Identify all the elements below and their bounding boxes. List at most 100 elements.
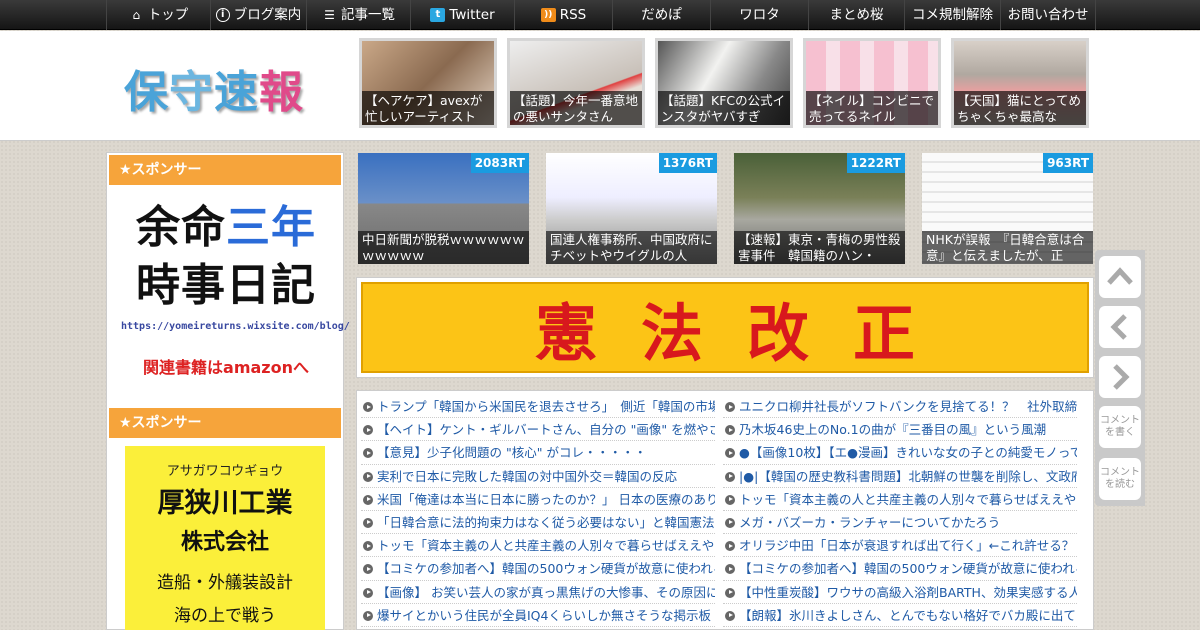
article-link[interactable]: 実利で日本に完敗した韓国の対中国外交＝韓国の反応: [361, 465, 715, 488]
ranking-article-thumb[interactable]: 1376RT 国連人権事務所、中国政府にチベットやウイグルの人: [546, 153, 717, 264]
site-header: 保守速報 【ヘアケア】avexが忙しいアーティスト 【話題】今年一番意地の悪いサ…: [0, 31, 1200, 141]
list-icon: ☰: [324, 8, 335, 22]
link-column-right: ユニクロ柳井社長がソフトバンクを見捨てる！？ 社外取締役 乃木坂46史上のNo.1…: [723, 395, 1077, 627]
ranking-article-thumb[interactable]: 2083RT 中日新聞が脱税ｗｗｗｗｗｗｗｗｗｗｗ: [358, 153, 529, 264]
thumb-caption: NHKが誤報 『日韓合意は合意』と伝えましたが、正: [922, 231, 1093, 264]
article-link[interactable]: トランプ「韓国から米国民を退去させろ」 側近「韓国の市場: [361, 395, 715, 419]
retweet-count-badge: 2083RT: [470, 153, 529, 173]
retweet-count-badge: 963RT: [1043, 153, 1093, 173]
header-article-thumb[interactable]: 【話題】今年一番意地の悪いサンタさん: [507, 38, 645, 128]
article-link[interactable]: 【中性重炭酸】ワウサの高級入浴剤BARTH、効果実感する人が: [723, 581, 1077, 604]
nav-item-top[interactable]: ⌂ トップ: [106, 0, 210, 30]
logo-char: 保: [124, 67, 169, 118]
header-article-thumb[interactable]: 【話題】KFCの公式インスタがヤバすぎ: [655, 38, 793, 128]
scroll-top-button[interactable]: [1099, 256, 1141, 298]
write-comment-button[interactable]: コメントを書く: [1099, 406, 1141, 448]
nav-item-article-list[interactable]: ☰ 記事一覧: [306, 0, 410, 30]
article-link[interactable]: オリラジ中田「日本が衰退すれば出て行く」←これ許せる？: [723, 534, 1077, 558]
rss-icon: )): [540, 8, 556, 22]
sponsor-ad-yomei[interactable]: 余命三年 時事日記 https://yomeireturns.wixsite.c…: [121, 199, 350, 379]
article-link[interactable]: 「日韓合意に法的拘束力はなく従う必要はない」と韓国憲法裁: [361, 511, 715, 535]
ad-tagline: 海の上で戦う: [174, 606, 276, 626]
logo-char: 守: [169, 67, 214, 118]
read-comment-button[interactable]: コメントを読む: [1099, 458, 1141, 500]
nav-item-label: 記事一覧: [341, 7, 395, 23]
nav-item-blog-guide[interactable]: i ブログ案内: [210, 0, 306, 30]
link-column-left: トランプ「韓国から米国民を退去させろ」 側近「韓国の市場 【ヘイト】ケント・ギルバ…: [361, 395, 715, 627]
nav-item-twitter[interactable]: t Twitter: [410, 0, 514, 30]
nav-item-rss[interactable]: )) RSS: [514, 0, 612, 30]
article-link[interactable]: トッモ「資本主義の人と共産主義の人別々で暮らせばええやん: [361, 534, 715, 558]
article-link[interactable]: 【意見】少子化問題の "核心" がコレ・・・・・: [361, 441, 715, 465]
ranking-article-thumb[interactable]: 1222RT 【速報】東京・青梅の男性殺害事件 韓国籍のハン・: [734, 153, 905, 264]
nav-item-label: お問い合わせ: [1007, 7, 1089, 23]
twitter-icon: t: [430, 8, 446, 22]
banner-text: 憲法改正: [534, 296, 959, 370]
nav-items: ⌂ トップ i ブログ案内 ☰ 記事一覧 t Twitter )) RSS だめ…: [106, 0, 1096, 30]
nav-item-label: まとめ桜: [829, 7, 884, 23]
ad-text: 余命: [136, 202, 226, 253]
thumb-caption: 国連人権事務所、中国政府にチベットやウイグルの人: [546, 231, 717, 264]
article-link[interactable]: メガ・バズーカ・ランチャーについてかたろう: [723, 511, 1077, 535]
ad-amazon-link[interactable]: 関連書籍はamazonへ: [121, 354, 331, 378]
article-link[interactable]: 【ヘイト】ケント・ギルバートさん、自分の "画像" を燃やされ: [361, 418, 715, 442]
chevron-left-icon: [1110, 314, 1127, 340]
nav-item-matome-sakura[interactable]: まとめ桜: [808, 0, 904, 30]
retweet-count-badge: 1376RT: [658, 153, 717, 173]
thumb-caption: 【話題】KFCの公式インスタがヤバすぎ: [658, 91, 790, 125]
retweet-count-badge: 1222RT: [846, 153, 905, 173]
article-link[interactable]: 爆サイとかいう住民が全員IQ4くらいしか無さそうな掲示板: [361, 604, 715, 627]
banner-inner: 憲法改正: [361, 282, 1089, 373]
ad-company-type: 株式会社: [180, 530, 269, 555]
ad-business: 造船・外艤装設計: [157, 573, 293, 593]
previous-article-button[interactable]: [1099, 306, 1141, 348]
article-link[interactable]: 【コミケの参加者へ】韓国の500ウォン硬貨が故意に使われる事: [723, 557, 1077, 581]
nav-item-label: RSS: [559, 7, 587, 23]
ad-company-kana: アサガワコウギョウ: [166, 464, 284, 479]
sponsor-heading: ★スポンサー: [109, 408, 341, 438]
header-article-thumb[interactable]: 【ネイル】コンビニで売ってるネイル: [803, 38, 941, 128]
article-link-list: トランプ「韓国から米国民を退去させろ」 側近「韓国の市場 【ヘイト】ケント・ギルバ…: [356, 390, 1094, 630]
sponsor-heading: ★スポンサー: [109, 155, 341, 185]
nav-item-warota[interactable]: ワロタ: [710, 0, 808, 30]
floating-nav-panel: コメントを書く コメントを読む: [1095, 250, 1145, 506]
sponsor-ad-asagawa[interactable]: アサガワコウギョウ 厚狭川工業 株式会社 造船・外艤装設計 海の上で戦う: [125, 446, 325, 630]
ranking-article-thumb[interactable]: 963RT NHKが誤報 『日韓合意は合意』と伝えましたが、正: [922, 153, 1093, 264]
logo-char: 報: [259, 67, 304, 118]
nav-item-label: コメ規制解除: [912, 7, 993, 23]
thumb-caption: 【話題】今年一番意地の悪いサンタさん: [510, 91, 642, 125]
nav-item-label: ブログ案内: [233, 7, 302, 23]
constitution-banner[interactable]: 憲法改正: [356, 277, 1094, 378]
thumb-caption: 【天国】猫にとってめちゃくちゃ最高な: [954, 91, 1086, 125]
thumb-caption: 【ヘアケア】avexが忙しいアーティスト: [362, 91, 494, 125]
article-link[interactable]: 乃木坂46史上のNo.1の曲が『三番目の風』という風潮: [723, 418, 1077, 442]
ad-title-line2: 時事日記: [136, 260, 316, 311]
article-link[interactable]: トッモ「資本主義の人と共産主義の人別々で暮らせばええやん: [723, 488, 1077, 511]
sidebar: ★スポンサー 余命三年 時事日記 https://yomeireturns.wi…: [106, 152, 350, 630]
article-link[interactable]: 米国「俺達は本当に日本に勝ったのか？」 日本の医療のあり方: [361, 488, 715, 511]
info-icon: i: [215, 8, 230, 22]
next-article-button[interactable]: [1099, 356, 1141, 398]
article-link[interactable]: |●|【韓国の歴史教科書問題】北朝鮮の世襲を削除し、文政府の: [723, 465, 1077, 488]
nav-item-label: トップ: [147, 7, 189, 23]
article-link[interactable]: ユニクロ柳井社長がソフトバンクを見捨てる！？ 社外取締役: [723, 395, 1077, 419]
article-link[interactable]: 【画像】 お笑い芸人の家が真っ黒焦げの大惨事、その原因に驚: [361, 581, 715, 604]
nav-item-comment-unblock[interactable]: コメ規制解除: [904, 0, 1000, 30]
site-logo[interactable]: 保守速報: [124, 56, 304, 120]
header-article-thumb[interactable]: 【天国】猫にとってめちゃくちゃ最高な: [951, 38, 1089, 128]
ad-text-highlight: 三年: [226, 202, 316, 253]
chevron-right-icon: [1113, 364, 1130, 390]
home-icon: ⌂: [132, 8, 141, 22]
article-link[interactable]: 【朗報】氷川きよしさん、とんでもない格好でバカ殿に出てし: [723, 604, 1077, 627]
header-article-thumb[interactable]: 【ヘアケア】avexが忙しいアーティスト: [359, 38, 497, 128]
thumb-caption: 【速報】東京・青梅の男性殺害事件 韓国籍のハン・: [734, 231, 905, 264]
nav-item-damepo[interactable]: だめぽ: [612, 0, 710, 30]
nav-item-label: ワロタ: [739, 7, 780, 23]
thumb-caption: 中日新聞が脱税ｗｗｗｗｗｗｗｗｗｗｗ: [358, 231, 529, 264]
nav-item-contact[interactable]: お問い合わせ: [1000, 0, 1096, 30]
top-navigation-bar: ⌂ トップ i ブログ案内 ☰ 記事一覧 t Twitter )) RSS だめ…: [0, 0, 1200, 30]
article-link[interactable]: 【コミケの参加者へ】韓国の500ウォン硬貨が故意に使われる事: [361, 557, 715, 581]
article-link[interactable]: ●【画像10枚】【エ●漫画】きれいな女の子との純愛モノって素: [723, 441, 1077, 465]
ad-company-name: 厚狭川工業: [157, 488, 293, 519]
chevron-up-icon: [1107, 267, 1133, 285]
